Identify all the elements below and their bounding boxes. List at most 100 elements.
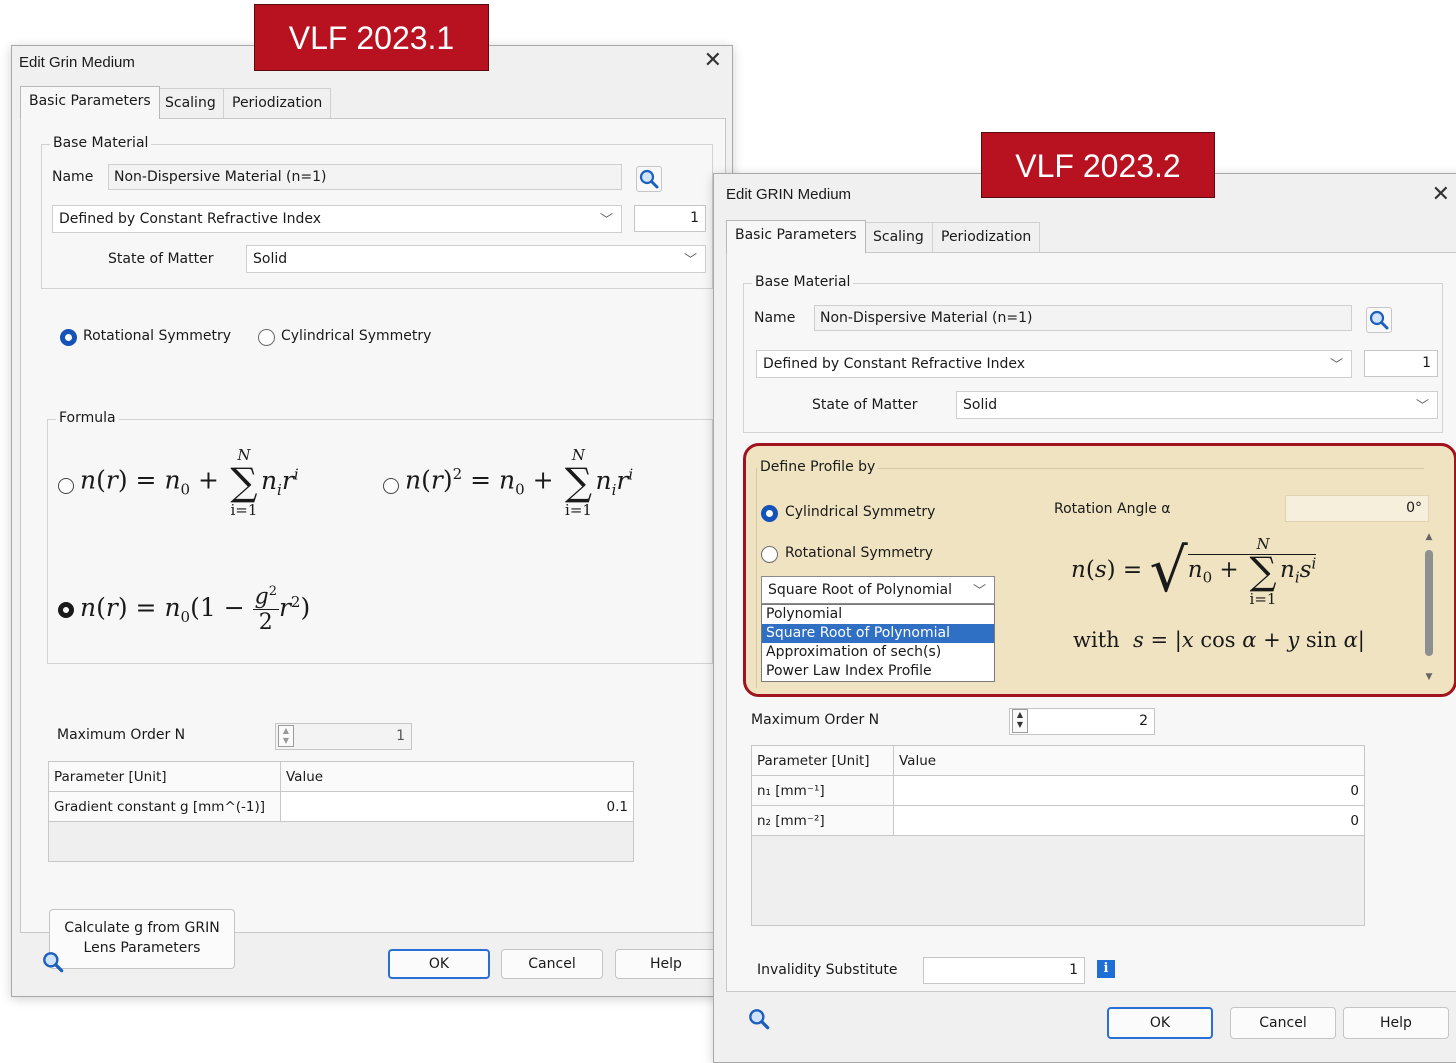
- tab-periodization[interactable]: Periodization: [932, 222, 1041, 252]
- tab-basic-parameters[interactable]: Basic Parameters: [726, 220, 866, 253]
- chevron-down-icon: ﹀: [599, 213, 613, 228]
- help-button[interactable]: Help: [1343, 1007, 1449, 1039]
- scroll-down-icon[interactable]: ▼: [1422, 672, 1436, 682]
- maximum-order-input[interactable]: 2: [1009, 708, 1155, 735]
- maximum-order-label: Maximum Order N: [57, 727, 186, 743]
- formula-option-3-radio[interactable]: [58, 602, 74, 618]
- definition-select[interactable]: Defined by Constant Refractive Index ﹀: [52, 205, 622, 233]
- cylindrical-symmetry-label: Cylindrical Symmetry: [785, 504, 936, 520]
- formula-option-1-radio[interactable]: [58, 478, 74, 494]
- group-title: Formula: [56, 410, 119, 426]
- parameter-value-cell[interactable]: 0.1: [280, 791, 634, 822]
- footer-search-button[interactable]: [746, 1006, 772, 1032]
- state-of-matter-select[interactable]: Solid ﹀: [246, 245, 706, 273]
- calculate-g-button[interactable]: Calculate g from GRIN Lens Parameters: [49, 909, 235, 969]
- material-search-button[interactable]: [636, 166, 662, 192]
- parameter-value-cell[interactable]: 0: [893, 775, 1365, 806]
- chevron-down-icon: ﹀: [1415, 399, 1429, 414]
- column-header-value: Value: [893, 745, 1365, 776]
- constant-index-input[interactable]: 1: [1364, 350, 1438, 377]
- dropdown-option-approximation-of-sech[interactable]: Approximation of sech(s): [762, 643, 994, 662]
- scroll-thumb[interactable]: [1425, 550, 1433, 656]
- name-label: Name: [52, 169, 94, 185]
- cylindrical-symmetry-radio[interactable]: [761, 505, 778, 522]
- magnifier-icon: [43, 952, 64, 973]
- dropdown-option-square-root-of-polynomial[interactable]: Square Root of Polynomial: [762, 624, 994, 643]
- group-title: Base Material: [50, 135, 152, 151]
- maximum-order-stepper[interactable]: ▲ ▼: [278, 725, 294, 747]
- formula-scrollbar[interactable]: ▲ ▼: [1422, 532, 1436, 682]
- profile-type-select[interactable]: Square Root of Polynomial ﹀: [761, 576, 995, 604]
- maximum-order-value: 1: [396, 728, 405, 744]
- dropdown-option-power-law-index-profile[interactable]: Power Law Index Profile: [762, 662, 994, 681]
- parameter-name-cell: n₁ [mm⁻¹]: [751, 775, 894, 806]
- constant-index-input[interactable]: 1: [634, 205, 706, 232]
- info-icon[interactable]: i: [1097, 960, 1115, 978]
- material-search-button[interactable]: [1366, 307, 1392, 333]
- state-of-matter-select[interactable]: Solid ﹀: [956, 391, 1438, 419]
- tab-periodization[interactable]: Periodization: [223, 88, 332, 118]
- formula-option-2-radio[interactable]: [383, 478, 399, 494]
- profile-type-dropdown: Polynomial Square Root of Polynomial App…: [761, 604, 995, 682]
- version-badge-2023-1: VLF 2023.1: [254, 4, 489, 71]
- dialog-title: Edit GRIN Medium: [726, 186, 852, 203]
- help-button[interactable]: Help: [615, 949, 717, 979]
- ok-button[interactable]: OK: [388, 949, 490, 979]
- profile-type-value: Square Root of Polynomial: [768, 582, 952, 598]
- footer-search-button[interactable]: [40, 949, 66, 975]
- definition-value: Defined by Constant Refractive Index: [763, 356, 1025, 372]
- tab-scaling[interactable]: Scaling: [156, 88, 225, 118]
- table-row: n₂ [mm⁻²] 0: [751, 805, 1365, 836]
- maximum-order-stepper[interactable]: ▲ ▼: [1012, 709, 1028, 733]
- empty-table-area: [751, 835, 1365, 926]
- calculate-g-button-line2: Lens Parameters: [83, 940, 201, 956]
- close-icon[interactable]: ✕: [1432, 184, 1450, 206]
- magnifier-icon: [749, 1009, 770, 1030]
- define-profile-highlight: Define Profile by Cylindrical Symmetry R…: [743, 443, 1456, 697]
- parameter-value-cell[interactable]: 0: [893, 805, 1365, 836]
- cancel-button[interactable]: Cancel: [501, 949, 603, 979]
- chevron-down-icon: ﹀: [972, 584, 986, 599]
- basic-parameters-panel: Base Material Name Non-Dispersive Materi…: [726, 252, 1456, 992]
- definition-select[interactable]: Defined by Constant Refractive Index ﹀: [756, 350, 1352, 378]
- invalidity-substitute-label: Invalidity Substitute: [757, 962, 898, 978]
- table-row: n₁ [mm⁻¹] 0: [751, 775, 1365, 806]
- dialog-vlf-2023-2: Edit GRIN Medium ✕ Basic Parameters Scal…: [713, 173, 1456, 1063]
- ok-button[interactable]: OK: [1107, 1007, 1213, 1039]
- tab-basic-parameters[interactable]: Basic Parameters: [20, 86, 160, 119]
- parameter-name-cell: Gradient constant g [mm^(-1)]: [48, 791, 281, 822]
- scroll-up-icon[interactable]: ▲: [1422, 532, 1436, 542]
- magnifier-icon: [639, 169, 659, 189]
- rotational-symmetry-label: Rotational Symmetry: [83, 328, 232, 344]
- magnifier-icon: [1369, 310, 1389, 330]
- cancel-button[interactable]: Cancel: [1230, 1007, 1336, 1039]
- chevron-down-icon: ﹀: [683, 253, 697, 268]
- maximum-order-label: Maximum Order N: [751, 712, 880, 728]
- definition-value: Defined by Constant Refractive Index: [59, 211, 321, 227]
- maximum-order-input[interactable]: 1: [275, 723, 412, 750]
- close-icon[interactable]: ✕: [704, 50, 722, 72]
- column-header-parameter: Parameter [Unit]: [48, 761, 281, 792]
- formula-group: Formula n(r) = n0 + N ∑ i=1 niri n(r)2 = n0…: [47, 410, 713, 664]
- cylindrical-symmetry-label: Cylindrical Symmetry: [281, 328, 432, 344]
- parameter-table: Parameter [Unit] Value n₁ [mm⁻¹] 0 n₂ [m…: [751, 745, 1365, 926]
- rotation-angle-label: Rotation Angle α: [1054, 501, 1171, 517]
- calculate-g-button-line1: Calculate g from GRIN: [64, 920, 220, 936]
- state-of-matter-value: Solid: [963, 397, 998, 413]
- invalidity-substitute-input[interactable]: 1: [923, 957, 1085, 984]
- rotational-symmetry-radio[interactable]: [761, 546, 778, 563]
- rotation-angle-input[interactable]: 0°: [1285, 495, 1429, 522]
- rotational-symmetry-radio[interactable]: [60, 329, 77, 346]
- formula-option-3: n(r) = n0(1 − g2 2 r2): [80, 584, 311, 636]
- profile-formula-with: with s = |x cos α + y sin α|: [1073, 628, 1365, 652]
- empty-table-area: [48, 821, 634, 862]
- tab-bar: Basic Parameters Scaling Periodization: [20, 86, 420, 120]
- tab-scaling[interactable]: Scaling: [864, 222, 933, 252]
- table-row: Gradient constant g [mm^(-1)] 0.1: [48, 791, 634, 822]
- dropdown-option-polynomial[interactable]: Polynomial: [762, 605, 994, 624]
- basic-parameters-panel: Base Material Name Non-Dispersive Materi…: [20, 118, 726, 969]
- formula-option-1: n(r) = n0 + N ∑ i=1 niri: [80, 446, 299, 519]
- cylindrical-symmetry-radio[interactable]: [258, 329, 275, 346]
- parameter-name-cell: n₂ [mm⁻²]: [751, 805, 894, 836]
- formula-option-2: n(r)2 = n0 + N ∑ i=1 niri: [405, 446, 634, 519]
